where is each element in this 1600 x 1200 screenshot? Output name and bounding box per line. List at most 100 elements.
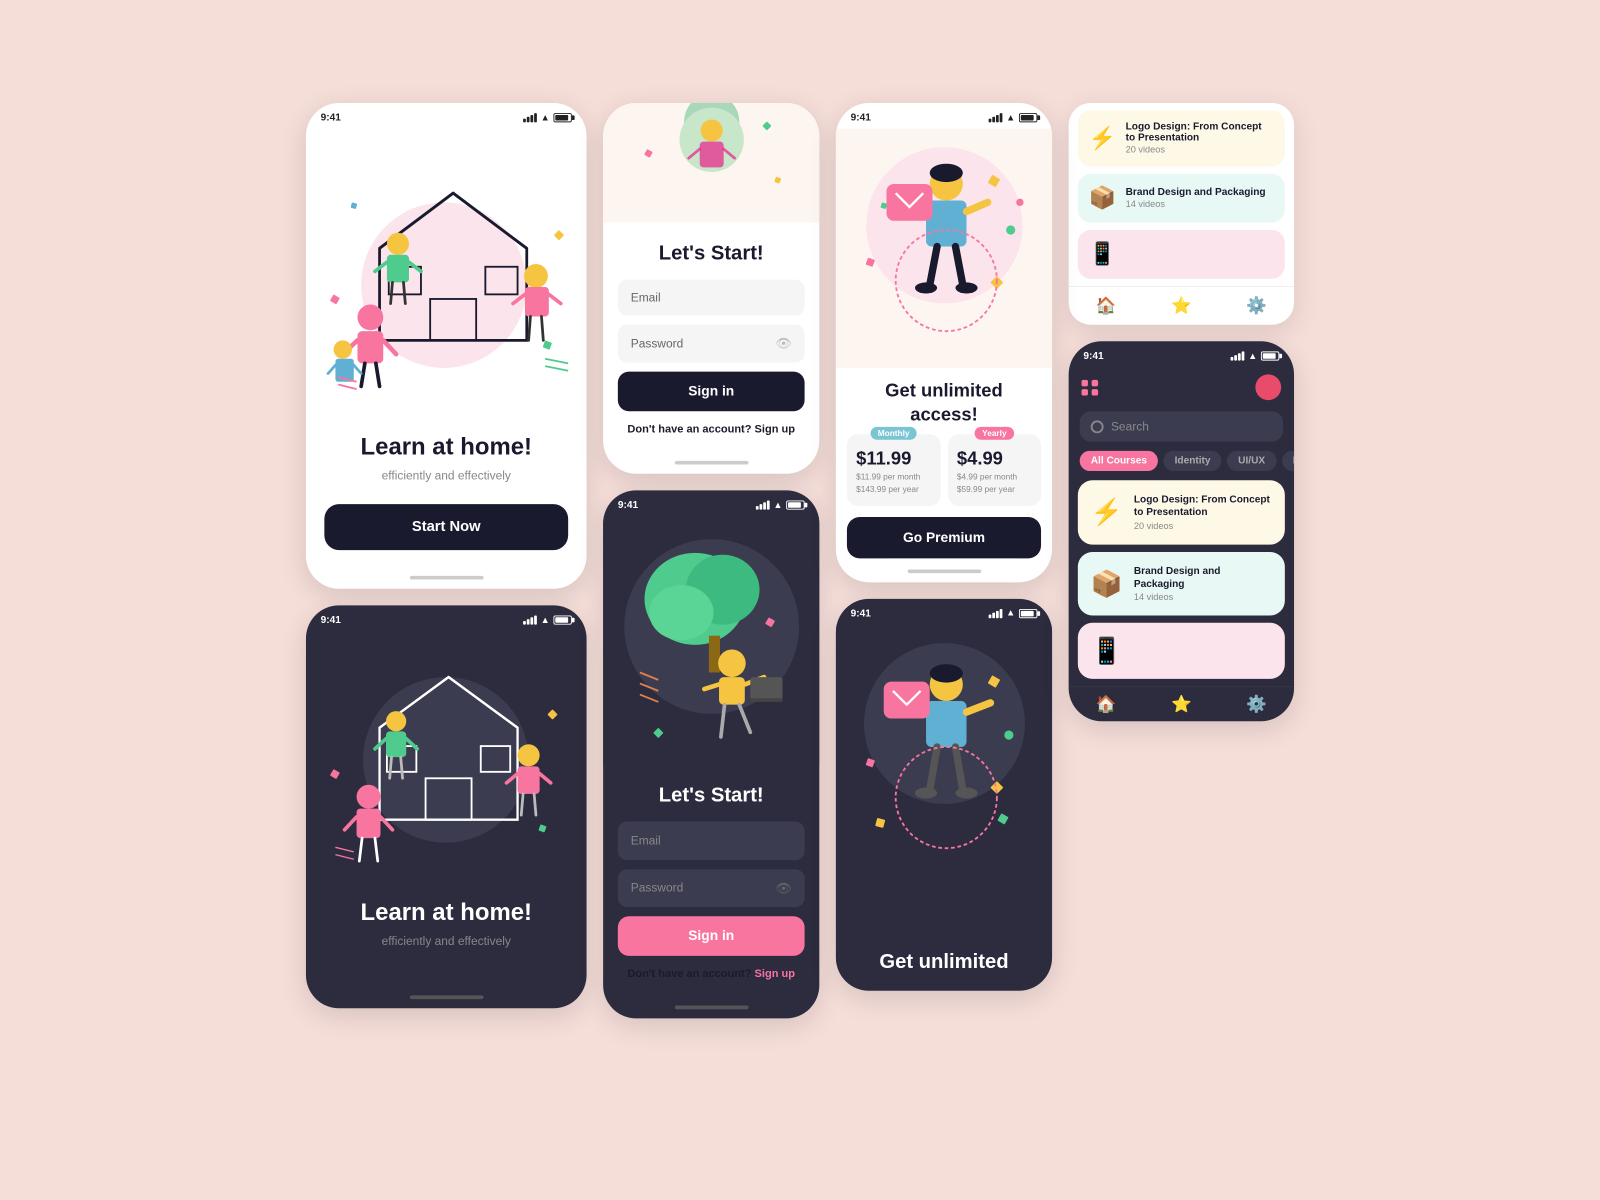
home-nav-partial[interactable]: 🏠 xyxy=(1096,296,1117,315)
gear-nav-partial[interactable]: ⚙️ xyxy=(1246,296,1267,315)
partial-bottom-nav: 🏠 ⭐ ⚙️ xyxy=(1069,286,1294,325)
unlimited-content: Get unlimited access! Monthly $11.99 $11… xyxy=(836,367,1052,557)
search-bar[interactable]: Search xyxy=(1080,411,1283,441)
course-card-logo[interactable]: ⚡ Logo Design: From Concept to Presentat… xyxy=(1078,480,1285,544)
gear-nav-icon[interactable]: ⚙️ xyxy=(1246,694,1267,713)
home-nav-icon[interactable]: 🏠 xyxy=(1096,694,1117,713)
tab-brand[interactable]: Brand xyxy=(1282,450,1294,470)
logo-course-info: Logo Design: From Concept to Presentatio… xyxy=(1134,493,1272,531)
eye-icon-dark: 👁 xyxy=(775,880,791,896)
signup-text-light: Don't have an account? Sign up xyxy=(618,422,805,442)
lets-start-top-illustration xyxy=(603,103,819,223)
dark-illustration-lets-start xyxy=(603,516,819,764)
signal-1 xyxy=(523,113,537,122)
partial-course-mobile-icon: 📱 xyxy=(1089,241,1116,268)
card-unlimited-dark: 9:41 ▲ xyxy=(836,598,1052,990)
star-nav-icon[interactable]: ⭐ xyxy=(1171,694,1192,713)
battery-4 xyxy=(1261,351,1279,360)
star-nav-partial[interactable]: ⭐ xyxy=(1171,296,1192,315)
mobile-course-icon: 📱 xyxy=(1091,635,1123,665)
password-label: Password xyxy=(631,336,684,350)
dark-email-field[interactable]: Email xyxy=(618,821,805,860)
battery-dark2 xyxy=(786,500,804,509)
course-card-brand-inner: 📦 Brand Design and Packaging 14 videos xyxy=(1078,551,1285,615)
brand-course-title: Brand Design and Packaging xyxy=(1134,564,1272,590)
tab-all-courses[interactable]: All Courses xyxy=(1080,450,1158,470)
brand-course-icon: 📦 xyxy=(1091,568,1123,598)
time-4: 9:41 xyxy=(1083,350,1103,361)
status-icons-3: ▲ xyxy=(989,112,1038,122)
bottom-navigation: 🏠 ⭐ ⚙️ xyxy=(1069,686,1294,721)
wifi-4: ▲ xyxy=(1248,350,1257,360)
signal-dark2 xyxy=(756,500,770,509)
logo-course-count: 20 videos xyxy=(1134,521,1272,531)
time-3: 9:41 xyxy=(851,112,871,123)
dark-signup-link[interactable]: Sign up xyxy=(755,966,795,979)
dark-sign-in-button[interactable]: Sign in xyxy=(618,916,805,956)
dark-lets-start-title: Let's Start! xyxy=(618,771,805,810)
home-indicator-2 xyxy=(674,460,748,464)
sign-in-button-light[interactable]: Sign in xyxy=(618,371,805,411)
monthly-badge: Monthly xyxy=(870,426,916,439)
dark-illustration-area xyxy=(306,631,587,889)
email-label: Email xyxy=(631,290,661,304)
status-icons-dark1: ▲ xyxy=(523,614,572,624)
top-deco-svg xyxy=(619,103,803,223)
lets-start-title: Let's Start! xyxy=(618,229,805,268)
form-area-light: Email Password 👁 Sign in Don't have an a… xyxy=(603,268,819,453)
dark-learn-title: Learn at home! xyxy=(324,897,568,926)
status-bar-4: 9:41 ▲ xyxy=(1069,341,1294,367)
tree-illustration xyxy=(631,525,797,764)
wifi-3: ▲ xyxy=(1006,112,1015,122)
dark-password-field[interactable]: Password 👁 xyxy=(618,869,805,907)
yearly-badge: Yearly xyxy=(975,426,1014,439)
brand-course-info: Brand Design and Packaging 14 videos xyxy=(1134,564,1272,602)
status-bar-dark1: 9:41 ▲ xyxy=(306,605,587,631)
learn-subtitle: efficiently and effectively xyxy=(324,468,568,482)
dark-people-illustration xyxy=(324,640,572,888)
signal-dark1 xyxy=(523,615,537,624)
tab-uiux[interactable]: UI/UX xyxy=(1227,450,1276,470)
partial-course-logo-info: Logo Design: From Concept to Presentatio… xyxy=(1126,121,1274,155)
wifi-1: ▲ xyxy=(541,112,550,122)
card-unlimited-light: 9:41 ▲ xyxy=(836,103,1052,582)
brand-course-count: 14 videos xyxy=(1134,592,1272,602)
partial-course-brand: 📦 Brand Design and Packaging 14 videos xyxy=(1078,173,1285,222)
dark-no-account-text: Don't have an account? xyxy=(627,966,751,979)
filter-tabs: All Courses Identity UI/UX Brand xyxy=(1069,450,1294,479)
user-avatar[interactable] xyxy=(1255,374,1281,400)
card-courses-dark: 9:41 ▲ Search All xyxy=(1069,341,1294,721)
status-bar-3: 9:41 ▲ xyxy=(836,103,1052,129)
grid-menu-icon[interactable] xyxy=(1082,379,1099,395)
home-indicator-3 xyxy=(907,569,981,573)
dark-unlimited-svg xyxy=(854,633,1038,927)
password-field-light[interactable]: Password 👁 xyxy=(618,324,805,362)
signup-link-light[interactable]: Sign up xyxy=(755,422,795,435)
tab-identity[interactable]: Identity xyxy=(1164,450,1222,470)
home-indicator-dark2 xyxy=(674,1005,748,1009)
wifi-dark3: ▲ xyxy=(1006,608,1015,618)
course-card-brand[interactable]: 📦 Brand Design and Packaging 14 videos xyxy=(1078,551,1285,615)
course-card-mobile[interactable]: 📱 xyxy=(1078,622,1285,678)
people-illustration-1 xyxy=(324,156,582,423)
dark-learn-subtitle: efficiently and effectively xyxy=(324,933,568,947)
lets-start-content: Let's Start! xyxy=(603,222,819,268)
dark-unlimited-title: Get unlimited xyxy=(851,937,1038,982)
home-indicator-dark1 xyxy=(409,995,483,999)
start-now-button[interactable]: Start Now xyxy=(324,504,568,550)
partial-course-logo-icon: ⚡ xyxy=(1089,125,1116,152)
card-lets-start-dark: 9:41 ▲ xyxy=(603,490,819,1018)
status-bar-dark3: 9:41 ▲ xyxy=(836,598,1052,624)
illustration-area-1 xyxy=(306,128,587,422)
partial-course-brand-icon: 📦 xyxy=(1089,184,1116,211)
unlimited-illustration xyxy=(836,128,1052,367)
partial-course-mobile: 📱 xyxy=(1078,229,1285,278)
eye-icon: 👁 xyxy=(775,335,791,351)
go-premium-button[interactable]: Go Premium xyxy=(847,516,1041,557)
time-dark2: 9:41 xyxy=(618,499,638,510)
signal-4 xyxy=(1231,351,1245,360)
card-learn-at-home-light: 9:41 ▲ xyxy=(306,103,587,589)
no-account-text: Don't have an account? xyxy=(627,422,751,435)
email-field-light[interactable]: Email xyxy=(618,279,805,315)
wifi-dark2: ▲ xyxy=(773,499,782,509)
